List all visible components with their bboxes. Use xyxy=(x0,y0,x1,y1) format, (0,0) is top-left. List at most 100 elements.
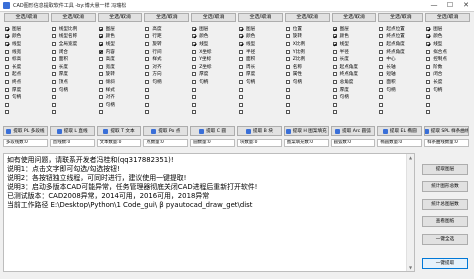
option-item[interactable]: 长度 xyxy=(3,63,53,71)
checkbox[interactable] xyxy=(379,87,384,92)
checkbox[interactable] xyxy=(5,72,9,77)
option-item[interactable]: 高度 xyxy=(97,55,147,63)
checkbox[interactable] xyxy=(98,41,103,46)
checkbox[interactable] xyxy=(145,110,150,115)
extract-button[interactable]: 提取 Po 点 xyxy=(143,126,189,136)
checkbox[interactable] xyxy=(239,102,243,107)
checkbox[interactable] xyxy=(145,95,150,100)
checkbox[interactable] xyxy=(379,95,384,100)
checkbox[interactable] xyxy=(145,87,150,92)
checkbox[interactable] xyxy=(239,79,243,84)
checkbox[interactable] xyxy=(192,72,197,77)
checkbox[interactable] xyxy=(98,72,103,77)
checkbox[interactable] xyxy=(5,110,9,115)
checkbox[interactable] xyxy=(426,110,431,115)
log-panel[interactable]: 如有使用问题，请联系开发者冯桂和(qq317882351)! 说明1：点击文字即可… xyxy=(3,153,415,272)
checkbox[interactable] xyxy=(192,57,197,62)
option-item[interactable]: 属性 xyxy=(284,71,334,79)
option-item[interactable]: 句柄 xyxy=(377,86,427,94)
option-item[interactable] xyxy=(143,109,193,117)
option-item[interactable]: 终点角度 xyxy=(377,48,427,56)
option-item[interactable] xyxy=(97,109,147,117)
option-item[interactable]: 句柄 xyxy=(97,101,147,109)
option-item[interactable] xyxy=(3,109,53,117)
option-item[interactable]: 线宽 xyxy=(3,48,53,56)
checkbox[interactable] xyxy=(192,41,197,46)
option-item[interactable]: 图层 xyxy=(237,25,287,33)
checkbox[interactable] xyxy=(332,95,337,100)
checkbox[interactable] xyxy=(192,79,197,84)
checkbox[interactable] xyxy=(426,87,431,92)
option-item[interactable]: 半径 xyxy=(331,48,381,56)
option-item[interactable] xyxy=(377,93,427,101)
select-all-toggle-button[interactable]: 全选/取消 xyxy=(191,13,236,22)
checkbox[interactable] xyxy=(426,95,431,100)
checkbox[interactable] xyxy=(192,102,197,107)
checkbox[interactable] xyxy=(145,72,150,77)
extract-button[interactable]: 提取 H 图案填充 xyxy=(283,126,329,136)
checkbox[interactable] xyxy=(239,26,243,31)
checkbox[interactable] xyxy=(426,49,431,54)
checkbox[interactable] xyxy=(239,34,243,39)
option-item[interactable]: 长度 xyxy=(50,63,100,71)
checkbox[interactable] xyxy=(192,49,197,54)
checkbox[interactable] xyxy=(51,72,56,77)
side-button[interactable]: 提取图层 xyxy=(422,164,468,175)
checkbox[interactable] xyxy=(98,26,103,31)
option-item[interactable]: 线型 xyxy=(331,40,381,48)
option-item[interactable]: 旋转 xyxy=(97,71,147,79)
checkbox[interactable] xyxy=(426,57,431,62)
checkbox[interactable] xyxy=(145,49,150,54)
extract-button[interactable]: 提取 T 文本 xyxy=(96,126,142,136)
option-item[interactable] xyxy=(190,101,240,109)
select-all-toggle-button[interactable]: 全选/取消 xyxy=(425,13,470,22)
checkbox[interactable] xyxy=(332,102,337,107)
checkbox[interactable] xyxy=(5,102,9,107)
option-item[interactable]: X比例 xyxy=(284,40,334,48)
minimize-button[interactable]: — xyxy=(426,0,442,11)
checkbox[interactable] xyxy=(239,49,243,54)
option-item[interactable]: 句柄 xyxy=(143,78,193,86)
checkbox[interactable] xyxy=(239,72,243,77)
option-item[interactable] xyxy=(331,101,381,109)
option-item[interactable] xyxy=(284,101,334,109)
checkbox[interactable] xyxy=(239,64,243,69)
option-item[interactable] xyxy=(143,93,193,101)
option-item[interactable]: 面积 xyxy=(237,55,287,63)
select-all-toggle-button[interactable]: 全选/取消 xyxy=(378,13,424,22)
checkbox[interactable] xyxy=(145,41,150,46)
checkbox[interactable] xyxy=(379,64,384,69)
option-item[interactable]: 颜色 xyxy=(97,33,147,41)
option-item[interactable]: 句柄 xyxy=(424,86,474,94)
option-item[interactable]: 起点位置 xyxy=(377,25,427,33)
option-item[interactable]: 颜色 xyxy=(3,33,53,41)
option-item[interactable]: 旋转 xyxy=(284,33,334,41)
extract-button[interactable]: 提取 L 直线 xyxy=(49,126,95,136)
option-item[interactable]: 高度 xyxy=(143,25,193,33)
side-button[interactable]: 一键提取 xyxy=(422,258,468,269)
option-item[interactable]: 终点角度 xyxy=(331,71,381,79)
checkbox[interactable] xyxy=(5,87,9,92)
checkbox[interactable] xyxy=(98,87,103,92)
option-item[interactable] xyxy=(284,93,334,101)
option-item[interactable] xyxy=(284,109,334,117)
checkbox[interactable] xyxy=(5,26,9,31)
option-item[interactable]: 句柄 xyxy=(284,78,334,86)
option-item[interactable]: 行间 xyxy=(143,48,193,56)
option-item[interactable]: 终点 xyxy=(3,78,53,86)
checkbox[interactable] xyxy=(426,64,431,69)
option-item[interactable] xyxy=(143,101,193,109)
checkbox[interactable] xyxy=(98,49,103,54)
option-item[interactable]: 控制点 xyxy=(424,55,474,63)
option-item[interactable]: 宽度 xyxy=(97,63,147,71)
extract-button[interactable]: 提取 SPL 样条曲线 xyxy=(424,126,469,136)
select-all-toggle-button[interactable]: 全选/取消 xyxy=(238,13,283,22)
option-item[interactable]: 颜色 xyxy=(424,33,474,41)
checkbox[interactable] xyxy=(332,26,337,31)
option-item[interactable]: 半径 xyxy=(237,48,287,56)
checkbox[interactable] xyxy=(5,64,9,69)
checkbox[interactable] xyxy=(426,102,431,107)
checkbox[interactable] xyxy=(51,79,56,84)
option-item[interactable] xyxy=(237,93,287,101)
checkbox[interactable] xyxy=(332,34,337,39)
